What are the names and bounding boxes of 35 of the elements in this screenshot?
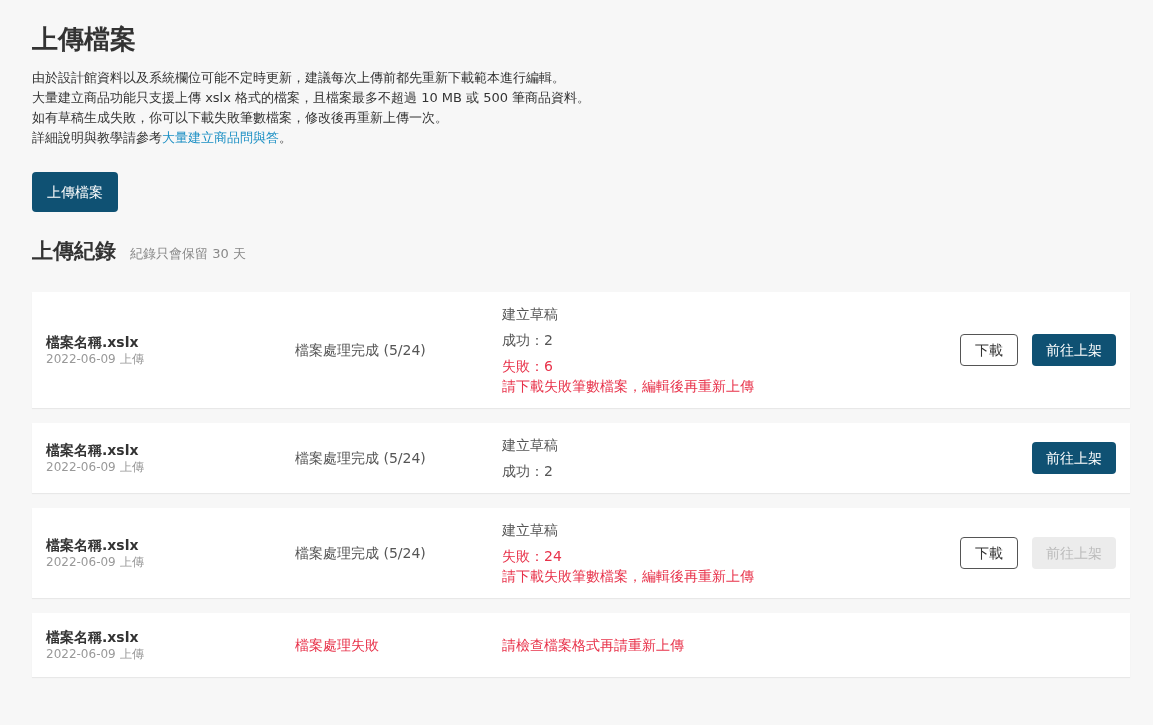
file-name: 檔案名稱.xslx	[46, 441, 139, 459]
faq-link[interactable]: 大量建立商品問與答	[162, 130, 279, 145]
result-text: 請下載失敗筆數檔案，編輯後再重新上傳	[502, 377, 754, 396]
file-name: 檔案名稱.xslx	[46, 628, 139, 646]
page-title: 上傳檔案	[32, 23, 136, 56]
intro-text: 由於設計館資料以及系統欄位可能不定時更新，建議每次上傳前都先重新下載範本進行編輯。	[32, 69, 565, 87]
result-text: 建立草稿	[502, 436, 558, 455]
upload-button[interactable]: 上傳檔案	[32, 172, 118, 212]
result-text: 成功：2	[502, 462, 553, 481]
file-name: 檔案名稱.xslx	[46, 333, 139, 351]
publish-button[interactable]: 前往上架	[1032, 442, 1116, 474]
result-text: 建立草稿	[502, 305, 558, 324]
status-text: 檔案處理失敗	[295, 635, 379, 655]
download-button[interactable]: 下載	[960, 334, 1018, 366]
status-text: 檔案處理完成 (5/24)	[295, 543, 426, 563]
status-text: 檔案處理完成 (5/24)	[295, 340, 426, 360]
retention-note: 紀錄只會保留 30 天	[130, 245, 246, 263]
result-text: 失敗：6	[502, 357, 553, 376]
result-text: 建立草稿	[502, 521, 558, 540]
upload-date: 2022-06-09 上傳	[46, 351, 144, 367]
publish-button[interactable]: 前往上架	[1032, 334, 1116, 366]
result-text: 失敗：24	[502, 547, 562, 566]
upload-date: 2022-06-09 上傳	[46, 646, 144, 662]
intro-text: 大量建立商品功能只支援上傳 xslx 格式的檔案，且檔案最多不超過 10 MB 或 500 筆商品資料。	[32, 89, 591, 107]
section-title: 上傳紀錄	[32, 238, 116, 265]
result-text: 成功：2	[502, 331, 553, 350]
status-text: 檔案處理完成 (5/24)	[295, 448, 426, 468]
upload-date: 2022-06-09 上傳	[46, 554, 144, 570]
download-button[interactable]: 下載	[960, 537, 1018, 569]
help-text: 詳細說明與教學請參考大量建立商品問與答。	[32, 129, 292, 147]
result-text: 請檢查檔案格式再請重新上傳	[502, 636, 684, 655]
intro-text: 如有草稿生成失敗，你可以下載失敗筆數檔案，修改後再重新上傳一次。	[32, 109, 448, 127]
upload-date: 2022-06-09 上傳	[46, 459, 144, 475]
file-name: 檔案名稱.xslx	[46, 536, 139, 554]
result-text: 請下載失敗筆數檔案，編輯後再重新上傳	[502, 567, 754, 586]
